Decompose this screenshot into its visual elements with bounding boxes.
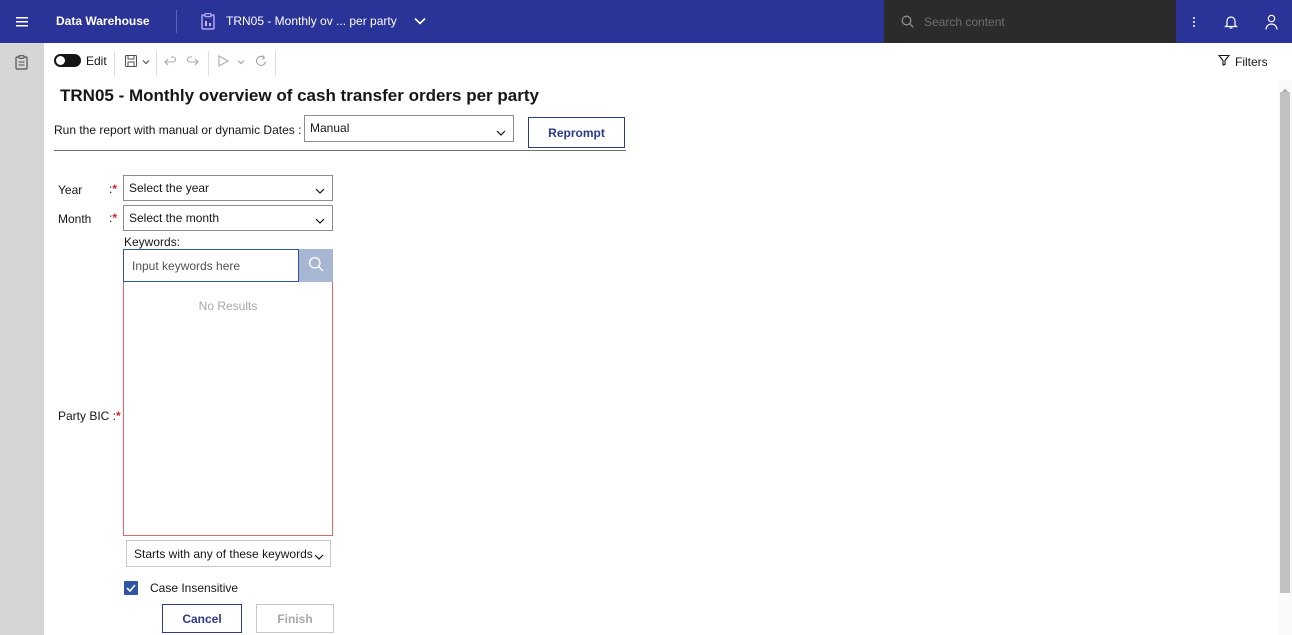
top-bar: Data Warehouse TRN05 - Monthly ov ... pe… bbox=[0, 0, 1292, 43]
edit-label: Edit bbox=[86, 54, 107, 68]
required-marker: * bbox=[116, 409, 121, 423]
dates-mode-select[interactable]: Manual bbox=[304, 115, 514, 142]
toolbar-divider bbox=[114, 51, 115, 76]
party-bic-label-text: Party BIC : bbox=[58, 409, 117, 423]
required-marker: * bbox=[112, 211, 118, 225]
chevron-down-icon[interactable] bbox=[414, 15, 426, 27]
notification-bell-icon[interactable] bbox=[1218, 0, 1244, 43]
left-rail bbox=[0, 43, 44, 635]
section-divider bbox=[54, 150, 626, 151]
keywords-input[interactable] bbox=[123, 249, 299, 282]
report-icon bbox=[201, 13, 215, 30]
year-select[interactable]: Select the year bbox=[123, 175, 333, 201]
month-label: Month bbox=[58, 212, 92, 226]
toolbar-divider bbox=[275, 51, 276, 76]
filters-label: Filters bbox=[1235, 54, 1268, 69]
cancel-button[interactable]: Cancel bbox=[162, 604, 242, 633]
app-title[interactable]: Data Warehouse bbox=[56, 14, 150, 28]
scroll-up-arrow-icon[interactable] bbox=[1281, 82, 1289, 92]
year-required: :* bbox=[109, 182, 117, 196]
undo-icon bbox=[163, 54, 177, 68]
dates-mode-value: Manual bbox=[310, 121, 350, 135]
save-options-chevron-icon[interactable] bbox=[141, 56, 155, 70]
edit-toggle[interactable] bbox=[54, 54, 81, 67]
toggle-knob bbox=[56, 56, 65, 65]
year-select-value: Select the year bbox=[129, 181, 210, 195]
report-title-tab[interactable]: TRN05 - Monthly ov ... per party bbox=[226, 14, 397, 28]
case-insensitive-checkbox[interactable] bbox=[124, 581, 138, 595]
run-icon bbox=[216, 54, 230, 68]
keyword-match-mode-value: Starts with any of these keywords bbox=[134, 546, 313, 561]
filter-icon bbox=[1217, 54, 1231, 69]
party-bic-results-list[interactable]: No Results bbox=[123, 282, 333, 536]
case-insensitive-label[interactable]: Case Insensitive bbox=[150, 581, 238, 595]
toolbar-divider bbox=[156, 51, 157, 76]
filters-button[interactable]: Filters bbox=[1217, 43, 1268, 80]
dates-label: Run the report with manual or dynamic Da… bbox=[54, 123, 309, 137]
more-options-icon[interactable] bbox=[1184, 0, 1204, 43]
clipboard-icon[interactable] bbox=[15, 55, 28, 70]
year-label: Year bbox=[58, 183, 83, 197]
no-results-text: No Results bbox=[198, 299, 258, 313]
finish-button[interactable]: Finish bbox=[256, 604, 334, 633]
month-select-value: Select the month bbox=[129, 211, 220, 225]
search-bar[interactable] bbox=[884, 0, 1176, 43]
refresh-icon bbox=[254, 54, 268, 68]
keyword-match-mode-select[interactable]: Starts with any of these keywords bbox=[126, 540, 331, 567]
search-icon bbox=[901, 15, 914, 28]
chevron-down-icon bbox=[314, 550, 324, 560]
checkmark-icon bbox=[126, 581, 136, 595]
party-bic-label: Party BIC :* bbox=[58, 409, 121, 423]
run-options-chevron-icon bbox=[236, 56, 250, 70]
search-icon bbox=[308, 256, 324, 275]
keywords-label: Keywords: bbox=[124, 235, 181, 249]
vertical-scrollbar[interactable] bbox=[1278, 80, 1292, 635]
reprompt-button[interactable]: Reprompt bbox=[528, 117, 625, 148]
redo-icon bbox=[186, 54, 200, 68]
page-title: TRN05 - Monthly overview of cash transfe… bbox=[60, 86, 539, 105]
month-required: :* bbox=[109, 211, 117, 225]
search-input[interactable] bbox=[924, 14, 1164, 29]
keywords-search-button[interactable] bbox=[299, 249, 333, 282]
report-toolbar: Edit Filters bbox=[44, 43, 1292, 80]
toolbar-divider bbox=[208, 51, 209, 76]
header-divider bbox=[176, 10, 177, 33]
month-select[interactable]: Select the month bbox=[123, 205, 333, 231]
required-marker: * bbox=[112, 182, 118, 196]
user-icon[interactable] bbox=[1258, 0, 1284, 43]
scrollbar-thumb[interactable] bbox=[1280, 92, 1290, 593]
chevron-down-icon bbox=[496, 126, 506, 136]
save-icon[interactable] bbox=[124, 54, 138, 68]
chevron-down-icon bbox=[315, 184, 325, 194]
dates-label-text: Run the report with manual or dynamic Da… bbox=[54, 123, 302, 137]
hamburger-menu-icon[interactable] bbox=[0, 0, 43, 43]
chevron-down-icon bbox=[315, 214, 325, 224]
